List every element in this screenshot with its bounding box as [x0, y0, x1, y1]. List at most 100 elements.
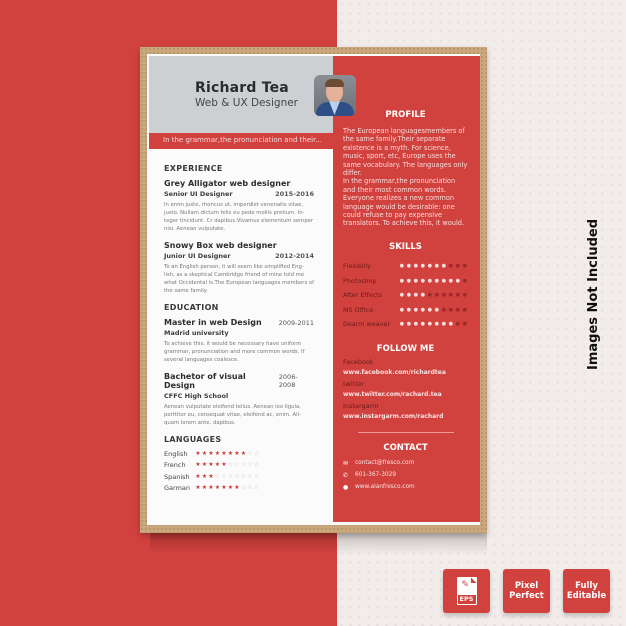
rating-dot-filled-icon: ●	[420, 263, 425, 270]
rating-dot-filled-icon: ●	[434, 321, 439, 328]
skill-name: After Effects	[343, 291, 383, 300]
rating-dot-empty-icon: ●	[434, 292, 439, 299]
experience-company: Grey Alligator web designer	[164, 179, 291, 188]
profile-paragraph: In the grammar,the pronunciation and the…	[343, 177, 465, 228]
profile-text: The European languagesmembers of the sam…	[343, 127, 468, 228]
language-name: French	[164, 461, 186, 470]
rating-star-empty-icon: ☆	[240, 472, 247, 480]
rating-dot-empty-icon: ●	[462, 321, 467, 328]
language-rating: ★ ★ ★ ☆ ☆ ☆ ☆ ☆ ☆ ☆	[195, 472, 260, 480]
pixel-perfect-badge: Pixel Perfect	[503, 569, 550, 613]
rating-star-filled-icon: ★	[221, 484, 227, 492]
rating-dot-empty-icon: ●	[462, 292, 467, 299]
rating-dot-filled-icon: ●	[420, 277, 425, 284]
rating-dot-filled-icon: ●	[427, 263, 432, 270]
language-rating: ★ ★ ★ ★ ★ ☆ ☆ ☆ ☆ ☆	[195, 462, 260, 468]
contact-row: ✆ 601-367-3029	[343, 469, 468, 481]
rating-dot-filled-icon: ●	[441, 277, 446, 284]
rating-star-filled-icon: ★	[214, 449, 221, 457]
language-row: Garman ★ ★ ★ ★ ★ ★ ★ ☆ ☆ ☆	[164, 483, 314, 495]
education-school: Madrid university	[164, 329, 229, 337]
rating-star-filled-icon: ★	[234, 449, 240, 457]
education-list: Master in web Design 2009-2011 Madrid univ…	[164, 318, 314, 427]
experience-entry: Grey Alligator web designer Senior UI Des…	[164, 179, 314, 233]
rating-star-filled-icon: ★	[201, 472, 208, 480]
experience-role-row: Senior UI Designer 2015-2016	[164, 190, 314, 198]
rating-dot-filled-icon: ●	[441, 263, 446, 270]
social-label: Instargarm	[343, 402, 379, 411]
experience-entry: Snowy Box web designer Junior UI Designer…	[164, 241, 314, 295]
language-rating: ★ ★ ★ ★ ★ ★ ★ ☆ ☆ ☆	[195, 485, 260, 491]
rating-star-filled-icon: ★	[208, 472, 214, 480]
education-degree-row: Bachetor of visual Design 2006-2008	[164, 372, 314, 390]
rating-star-empty-icon: ☆	[227, 461, 234, 469]
education-degree: Bachetor of visual Design	[164, 372, 246, 390]
rating-dot-filled-icon: ●	[399, 263, 404, 270]
rating-star-filled-icon: ★	[214, 461, 221, 469]
experience-dates: 2012-2014	[275, 252, 314, 260]
rating-dot-empty-icon: ●	[448, 292, 453, 299]
fully-editable-badge: Fully Editable	[563, 569, 610, 613]
contact-value[interactable]: www.alanfresco.com	[355, 484, 415, 490]
follow-title: FOLLOW ME	[376, 344, 435, 355]
rating-star-empty-icon: ☆	[240, 484, 247, 492]
language-name: Garman	[164, 484, 191, 493]
education-degree: Master in web Design	[164, 318, 262, 327]
skill-row: Photoshop ● ● ● ● ● ● ● ● ● ●	[343, 273, 468, 288]
education-entry: Master in web Design 2009-2011 Madrid univ…	[164, 318, 314, 364]
rating-star-empty-icon: ☆	[247, 461, 253, 469]
experience-list: Grey Alligator web designer Senior UI Des…	[164, 179, 314, 295]
right-panel: PROFILE The European languagesmembers of…	[333, 56, 480, 522]
eps-label: EPS	[457, 595, 476, 604]
rating-star-filled-icon: ★	[201, 449, 208, 457]
rating-star-filled-icon: ★	[195, 472, 201, 480]
rating-star-filled-icon: ★	[227, 449, 234, 457]
rating-dot-filled-icon: ●	[434, 263, 439, 270]
social-link[interactable]: www.instargarm.com/rachard	[343, 413, 468, 420]
social-link[interactable]: www.facebook.com/richardtea	[343, 369, 468, 376]
eps-file-icon: ✎ EPS	[456, 577, 477, 605]
skill-row: MS Office ● ● ● ● ● ● ● ● ● ●	[343, 302, 468, 317]
rating-star-empty-icon: ☆	[253, 472, 260, 480]
rating-dot-filled-icon: ●	[406, 263, 411, 270]
rating-dot-filled-icon: ●	[413, 263, 418, 270]
rating-dot-filled-icon: ●	[413, 277, 418, 284]
rating-dot-filled-icon: ●	[406, 306, 411, 313]
rating-dot-filled-icon: ●	[420, 306, 425, 313]
rating-dot-empty-icon: ●	[462, 263, 467, 270]
paper-shadow	[150, 533, 337, 553]
skill-row: After Effects ● ● ● ● ● ● ● ● ● ●	[343, 288, 468, 303]
contact-value[interactable]: 601-367-3029	[355, 472, 396, 478]
skill-row: Flexibiliy ● ● ● ● ● ● ● ● ● ●	[343, 259, 468, 274]
rating-dot-filled-icon: ●	[448, 321, 453, 328]
rating-star-filled-icon: ★	[221, 461, 227, 469]
rating-dot-filled-icon: ●	[406, 277, 411, 284]
contact-value[interactable]: contact@fresco.com	[355, 460, 414, 466]
rating-dot-filled-icon: ●	[399, 277, 404, 284]
eps-badge: ✎ EPS	[443, 569, 490, 613]
rating-dot-filled-icon: ●	[448, 277, 453, 284]
language-name: Spanish	[164, 472, 190, 481]
resume-name: Richard Tea	[195, 80, 289, 96]
experience-role: Senior UI Designer	[164, 190, 233, 198]
experience-description: To an English person, it will seem like …	[164, 264, 315, 294]
rating-dot-filled-icon: ●	[399, 306, 404, 313]
rating-star-filled-icon: ★	[240, 449, 247, 457]
rating-dot-filled-icon: ●	[427, 321, 432, 328]
rating-star-filled-icon: ★	[201, 461, 208, 469]
rating-dot-empty-icon: ●	[455, 306, 460, 313]
social-link[interactable]: www.twitter.com/rachard.tea	[343, 391, 468, 398]
globe-icon: ●	[343, 483, 349, 491]
left-column: EXPERIENCE Grey Alligator web designer Se…	[164, 164, 314, 494]
rating-star-filled-icon: ★	[195, 461, 201, 469]
rating-dot-filled-icon: ●	[455, 277, 460, 284]
rating-dot-filled-icon: ●	[427, 306, 432, 313]
rating-star-empty-icon: ☆	[253, 449, 260, 457]
rating-dot-filled-icon: ●	[413, 321, 418, 328]
rating-star-empty-icon: ☆	[247, 472, 253, 480]
skill-rating: ● ● ● ● ● ● ● ● ● ●	[399, 263, 469, 269]
rating-star-filled-icon: ★	[208, 461, 214, 469]
rating-star-empty-icon: ☆	[247, 484, 253, 492]
resume-job-title: Web & UX Designer	[195, 97, 299, 109]
rating-dot-empty-icon: ●	[448, 263, 453, 270]
